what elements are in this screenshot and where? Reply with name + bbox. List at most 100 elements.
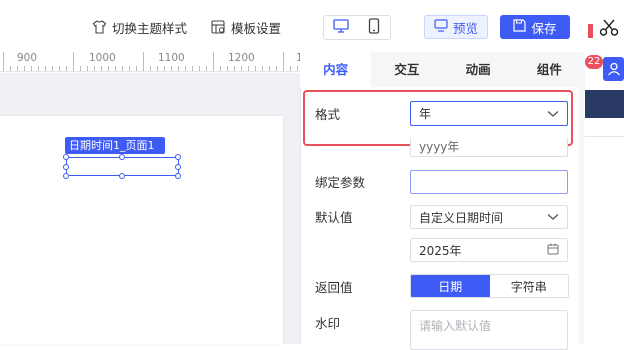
ruler-label: 1000: [89, 52, 116, 64]
resize-handle[interactable]: [63, 164, 69, 170]
ruler-label: 1100: [158, 52, 185, 64]
resize-handle[interactable]: [119, 154, 125, 160]
tab-content[interactable]: 内容: [300, 52, 372, 87]
tab-component[interactable]: 组件: [514, 52, 585, 87]
ruler-tick: [150, 66, 151, 71]
ruler-tick: [94, 66, 95, 71]
format-preview: yyyy年: [419, 140, 460, 154]
ruler-tick: [290, 66, 291, 71]
ruler-tick: [178, 66, 179, 71]
ruler-tick: [45, 66, 46, 71]
calendar-icon: [547, 243, 559, 258]
default-value-label: 默认值: [315, 210, 353, 225]
ruler-tick: [227, 66, 228, 71]
ruler-tick: [136, 66, 137, 71]
return-value-label: 返回值: [315, 280, 353, 295]
save-icon: [513, 19, 527, 35]
top-toolbar: [0, 0, 585, 52]
watermark-placeholder: 请输入默认值: [419, 319, 492, 333]
ruler-tick: [269, 66, 270, 71]
save-button[interactable]: 保存: [500, 15, 570, 39]
ruler-tick: [31, 66, 32, 71]
default-value-value: 自定义日期时间: [419, 210, 504, 225]
ruler-tick: [108, 66, 109, 71]
panel-scrollbar[interactable]: [578, 52, 584, 344]
preview-label: 预览: [452, 20, 478, 36]
ruler-tick: [10, 66, 11, 71]
resize-handle[interactable]: [119, 173, 125, 179]
user-icon[interactable]: [603, 57, 624, 81]
bind-param-input[interactable]: [410, 170, 568, 194]
edge-divider: [585, 136, 624, 137]
ruler-tick: [3, 52, 4, 71]
panel-tabs: 内容 交互 动画 组件: [300, 52, 585, 87]
ruler-tick: [220, 66, 221, 71]
ruler-tick: [38, 66, 39, 71]
ruler-tick: [164, 66, 165, 71]
resize-handle[interactable]: [175, 164, 181, 170]
edge-toolbar: [585, 0, 624, 52]
device-toggle: [323, 15, 391, 40]
return-date-option[interactable]: 日期: [411, 275, 490, 297]
ruler-tick: [262, 66, 263, 71]
resize-handle[interactable]: [175, 173, 181, 179]
tab-interaction[interactable]: 交互: [371, 52, 442, 87]
save-label: 保存: [531, 20, 557, 36]
ruler-tick: [276, 66, 277, 71]
template-icon: [211, 20, 226, 34]
template-settings-label: 模板设置: [231, 20, 282, 36]
edge-marker: [588, 24, 593, 38]
watermark-input[interactable]: 请输入默认值: [410, 310, 568, 350]
ruler-tick: [185, 66, 186, 71]
monitor-icon: [332, 19, 349, 36]
ruler-tick: [73, 52, 74, 71]
ruler-tick: [101, 66, 102, 71]
scissors-icon[interactable]: [599, 19, 619, 40]
selected-datetime-component[interactable]: [63, 154, 181, 179]
bind-param-label: 绑定参数: [315, 175, 366, 190]
tab-animation[interactable]: 动画: [443, 52, 514, 87]
ruler-tick: [199, 66, 200, 71]
ruler-tick: [59, 66, 60, 71]
component-tag[interactable]: 日期时间1_页面1: [65, 137, 165, 154]
ruler-tick: [129, 66, 130, 71]
ruler-tick: [143, 52, 144, 71]
mobile-view-button[interactable]: [357, 16, 390, 39]
ruler-tick: [248, 66, 249, 71]
switch-theme-button[interactable]: 切换主题样式: [92, 17, 187, 37]
ruler-tick: [206, 66, 207, 71]
ruler-label: 900: [17, 52, 38, 64]
format-preview-field: yyyy年: [410, 137, 568, 157]
resize-handle[interactable]: [63, 173, 69, 179]
ruler-tick: [297, 66, 298, 71]
resize-handle[interactable]: [175, 154, 181, 160]
phone-icon: [368, 18, 380, 37]
ruler-tick: [171, 66, 172, 71]
template-settings-button[interactable]: 模板设置: [211, 17, 281, 37]
ruler-tick: [283, 52, 284, 71]
watermark-label: 水印: [315, 316, 341, 331]
preview-button[interactable]: 预览: [424, 15, 488, 39]
horizontal-ruler: 900 1000 1100 1200 1: [0, 52, 300, 72]
ruler-tick: [17, 66, 18, 71]
shirt-icon: [92, 20, 107, 34]
ruler-tick: [80, 66, 81, 71]
resize-handle[interactable]: [63, 154, 69, 160]
ruler-label: 1200: [228, 52, 255, 64]
ruler-tick: [24, 66, 25, 71]
default-date-picker[interactable]: 2025年: [410, 238, 568, 262]
return-string-option[interactable]: 字符串: [490, 275, 569, 297]
notification-badge: 22: [585, 55, 603, 69]
ruler-tick: [122, 66, 123, 71]
desktop-view-button[interactable]: [324, 16, 357, 39]
ruler-tick: [157, 66, 158, 71]
ruler-tick: [115, 66, 116, 71]
ruler-tick: [213, 52, 214, 71]
ruler-tick: [241, 66, 242, 71]
ruler-tick: [255, 66, 256, 71]
default-value-select[interactable]: 自定义日期时间: [410, 205, 568, 229]
ruler-tick: [234, 66, 235, 71]
chevron-down-icon: [547, 210, 559, 224]
edge-dark-bar: [585, 90, 624, 118]
default-date-value: 2025年: [419, 243, 462, 258]
